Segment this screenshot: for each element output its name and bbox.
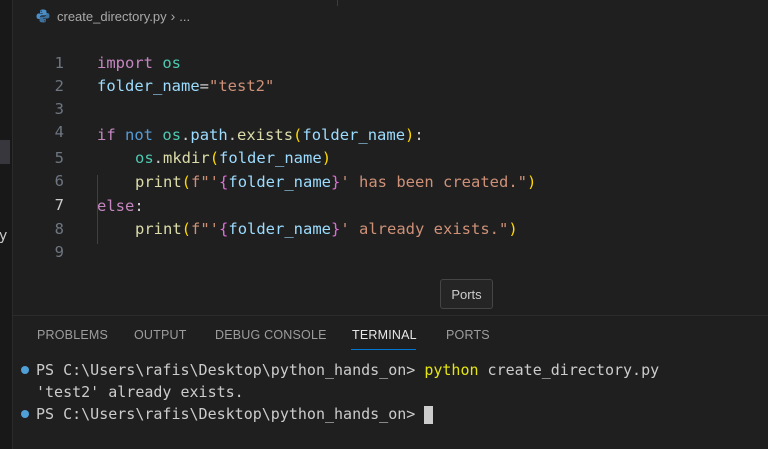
variable: folder_name — [302, 126, 406, 144]
variable: folder_name — [228, 220, 332, 238]
command-exe: python — [424, 361, 479, 379]
code-content: os.mkdir(folder_name) — [135, 147, 331, 170]
code-content: else: — [97, 195, 144, 218]
attribute: path — [190, 126, 228, 144]
operator: = — [199, 77, 209, 95]
bracket: ( — [209, 149, 220, 167]
bracket: ) — [321, 149, 332, 167]
command-args: create_directory.py — [478, 361, 660, 379]
module-name: os — [135, 149, 154, 167]
variable: folder_name — [228, 173, 332, 191]
code-content: print(f"'{folder_name}' already exists."… — [135, 218, 518, 241]
code-line[interactable]: 5 if not os.path.exists(folder_name): — [13, 124, 768, 167]
code-line[interactable]: 1 — [13, 29, 768, 72]
terminal-line: 'test2' already exists. — [13, 381, 768, 403]
terminal-line: PS C:\Users\rafis\Desktop\python_hands_o… — [13, 403, 768, 425]
terminal-text: PS C:\Users\rafis\Desktop\python_hands_o… — [36, 359, 659, 381]
punctuation: . — [181, 126, 191, 144]
tab-output[interactable]: OUTPUT — [134, 328, 187, 342]
bracket: ( — [293, 126, 303, 144]
string: ' has been created." — [340, 173, 527, 191]
chevron-right-icon: › — [170, 8, 176, 24]
code-line[interactable]: 7 print(f"'{folder_name}' has been creat… — [13, 171, 768, 214]
code-line[interactable]: 3 folder_name="test2" — [13, 75, 768, 118]
variable: folder_name — [97, 77, 200, 95]
function-name: print — [135, 220, 182, 238]
breadcrumb: create_directory.py › ... — [13, 0, 768, 32]
code-content: import os — [97, 52, 181, 75]
bracket: ) — [527, 173, 537, 191]
active-tab-indicator — [351, 349, 416, 350]
code-line[interactable]: 2 import os — [13, 52, 768, 95]
tab-ports[interactable]: PORTS — [446, 328, 490, 342]
keyword: if — [97, 126, 116, 144]
code-content: folder_name="test2" — [97, 75, 274, 98]
bracket: } — [331, 173, 341, 191]
code-line[interactable]: 8 else: — [13, 195, 768, 238]
line-number: 9 — [54, 243, 64, 261]
bracket: ) — [508, 220, 518, 238]
keyword: else — [97, 197, 135, 215]
punctuation: : — [414, 126, 424, 144]
python-file-icon — [35, 8, 51, 24]
code-line[interactable]: 9 print(f"'{folder_name}' already exists… — [13, 218, 768, 261]
code-content: if not os.path.exists(folder_name): — [97, 124, 424, 147]
bracket: { — [219, 173, 229, 191]
bottom-panel: PROBLEMS OUTPUT DEBUG CONSOLE TERMINAL P… — [13, 315, 768, 449]
string: f"' — [191, 220, 220, 238]
prompt: PS C:\Users\rafis\Desktop\python_hands_o… — [36, 405, 425, 423]
breadcrumb-file[interactable]: create_directory.py — [57, 9, 167, 24]
keyword: import — [97, 54, 153, 72]
tab-debug-console[interactable]: DEBUG CONSOLE — [215, 328, 327, 342]
code-line[interactable]: 4 — [13, 98, 768, 141]
module-name: os — [162, 54, 182, 72]
code-editor[interactable]: 1 2 import os 3 folder_name="test2" 4 5 … — [13, 29, 768, 315]
module-name: os — [162, 126, 182, 144]
sidebar-selected-item[interactable] — [0, 140, 10, 164]
ports-tooltip: Ports — [440, 279, 493, 309]
function-name: print — [135, 173, 182, 191]
punctuation: . — [227, 126, 238, 144]
string: "test2" — [209, 77, 275, 95]
terminal-text: PS C:\Users\rafis\Desktop\python_hands_o… — [36, 403, 424, 425]
function-name: mkdir — [163, 149, 210, 167]
bracket: ( — [181, 220, 192, 238]
tab-edge-divider — [337, 0, 338, 6]
keyword: not — [125, 126, 154, 144]
sidebar-partial-text: y — [0, 228, 8, 244]
command-decoration-icon[interactable] — [21, 410, 29, 418]
code-content: print(f"'{folder_name}' has been created… — [135, 171, 536, 194]
bracket: ( — [181, 173, 192, 191]
terminal-line: PS C:\Users\rafis\Desktop\python_hands_o… — [13, 359, 768, 381]
vscode-window: y create_directory.py › ... 1 2 import o… — [0, 0, 768, 449]
bracket: ) — [405, 126, 415, 144]
code-line[interactable]: 6 os.mkdir(folder_name) — [13, 147, 768, 190]
string: f"' — [191, 173, 220, 191]
variable: folder_name — [219, 149, 322, 167]
tab-problems[interactable]: PROBLEMS — [37, 328, 108, 342]
breadcrumb-more[interactable]: ... — [179, 9, 190, 24]
punctuation: : — [134, 197, 144, 215]
prompt: PS C:\Users\rafis\Desktop\python_hands_o… — [36, 361, 425, 379]
tab-terminal[interactable]: TERMINAL — [352, 328, 417, 342]
terminal-output: 'test2' already exists. — [36, 383, 244, 401]
bracket: } — [331, 220, 341, 238]
terminal-cursor — [424, 406, 433, 424]
explorer-sidebar-partial: y — [0, 0, 13, 449]
string: ' already exists." — [340, 220, 509, 238]
punctuation: . — [153, 149, 164, 167]
bracket: { — [219, 220, 229, 238]
command-decoration-icon[interactable] — [21, 366, 29, 374]
function-name: exists — [237, 126, 294, 144]
